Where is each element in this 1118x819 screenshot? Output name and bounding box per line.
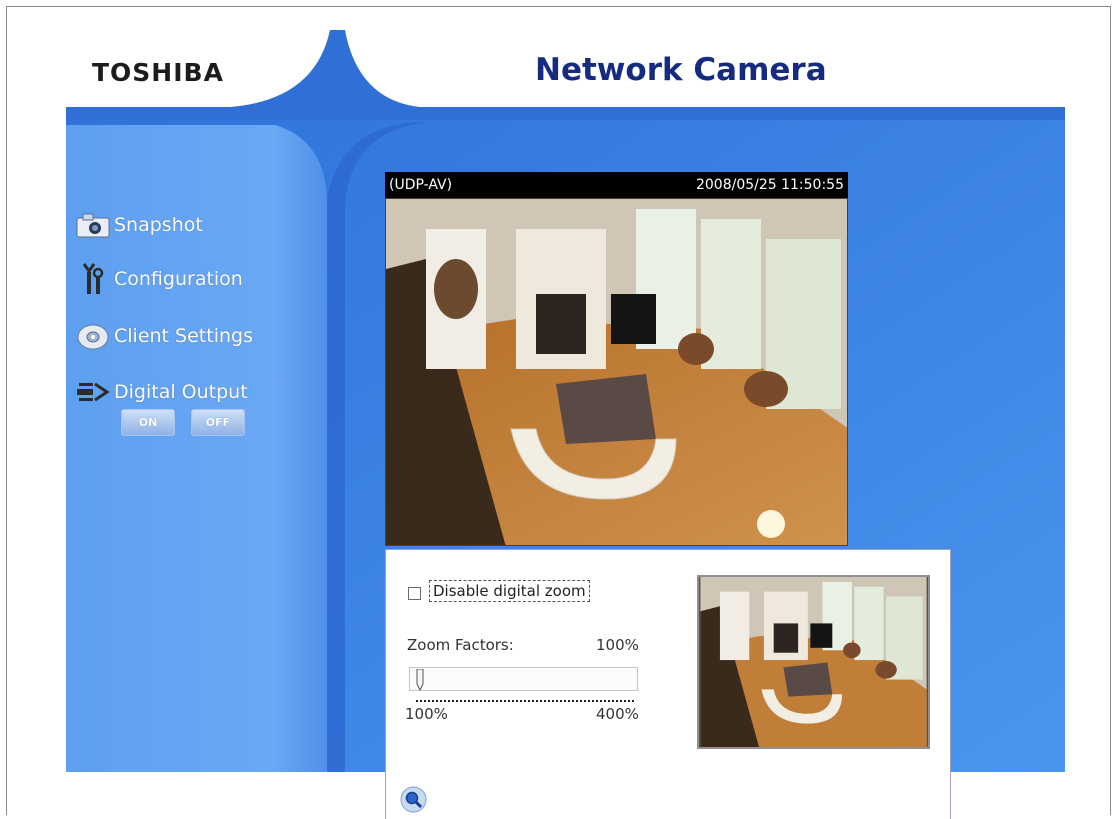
room-scene-image	[386, 199, 847, 545]
sidebar-item-label: Digital Output	[114, 381, 248, 403]
zoom-factor-label: Zoom Factors:	[407, 636, 514, 654]
sidebar-item-label: Client Settings	[114, 325, 253, 347]
zoom-min-label: 100%	[405, 705, 448, 723]
tools-icon	[72, 263, 114, 295]
zoom-preview-thumbnail[interactable]	[697, 575, 930, 749]
sidebar-item-label: Configuration	[114, 268, 243, 290]
digital-output-off-button[interactable]: OFF	[191, 409, 245, 436]
brand-logo: TOSHIBA	[92, 58, 224, 87]
page-title: Network Camera	[535, 52, 827, 88]
live-video-view[interactable]	[385, 198, 848, 546]
disable-zoom-label[interactable]: Disable digital zoom	[429, 580, 590, 602]
preview-room-image	[700, 577, 927, 747]
zoom-max-label: 400%	[596, 705, 639, 723]
disable-zoom-checkbox[interactable]	[408, 587, 421, 600]
zoom-slider[interactable]	[409, 667, 638, 691]
video-timestamp: 2008/05/25 11:50:55	[695, 177, 844, 193]
digital-output-on-button[interactable]: ON	[121, 409, 175, 436]
zoom-slider-thumb[interactable]	[415, 669, 425, 691]
magnifier-icon[interactable]	[400, 786, 427, 813]
stream-mode: (UDP-AV)	[389, 177, 453, 193]
zoom-factor-value: 100%	[596, 636, 639, 654]
sidebar-item-snapshot[interactable]: Snapshot	[72, 209, 203, 241]
sidebar-item-configuration[interactable]: Configuration	[72, 263, 243, 295]
plug-icon	[72, 376, 114, 408]
camera-icon	[72, 209, 114, 241]
video-caption-bar: (UDP-AV) 2008/05/25 11:50:55	[385, 172, 848, 198]
sidebar-item-digital-output[interactable]: Digital Output	[72, 376, 248, 408]
sidebar-item-client-settings[interactable]: Client Settings	[72, 320, 253, 352]
sidebar-item-label: Snapshot	[114, 214, 203, 236]
disc-icon	[72, 320, 114, 352]
